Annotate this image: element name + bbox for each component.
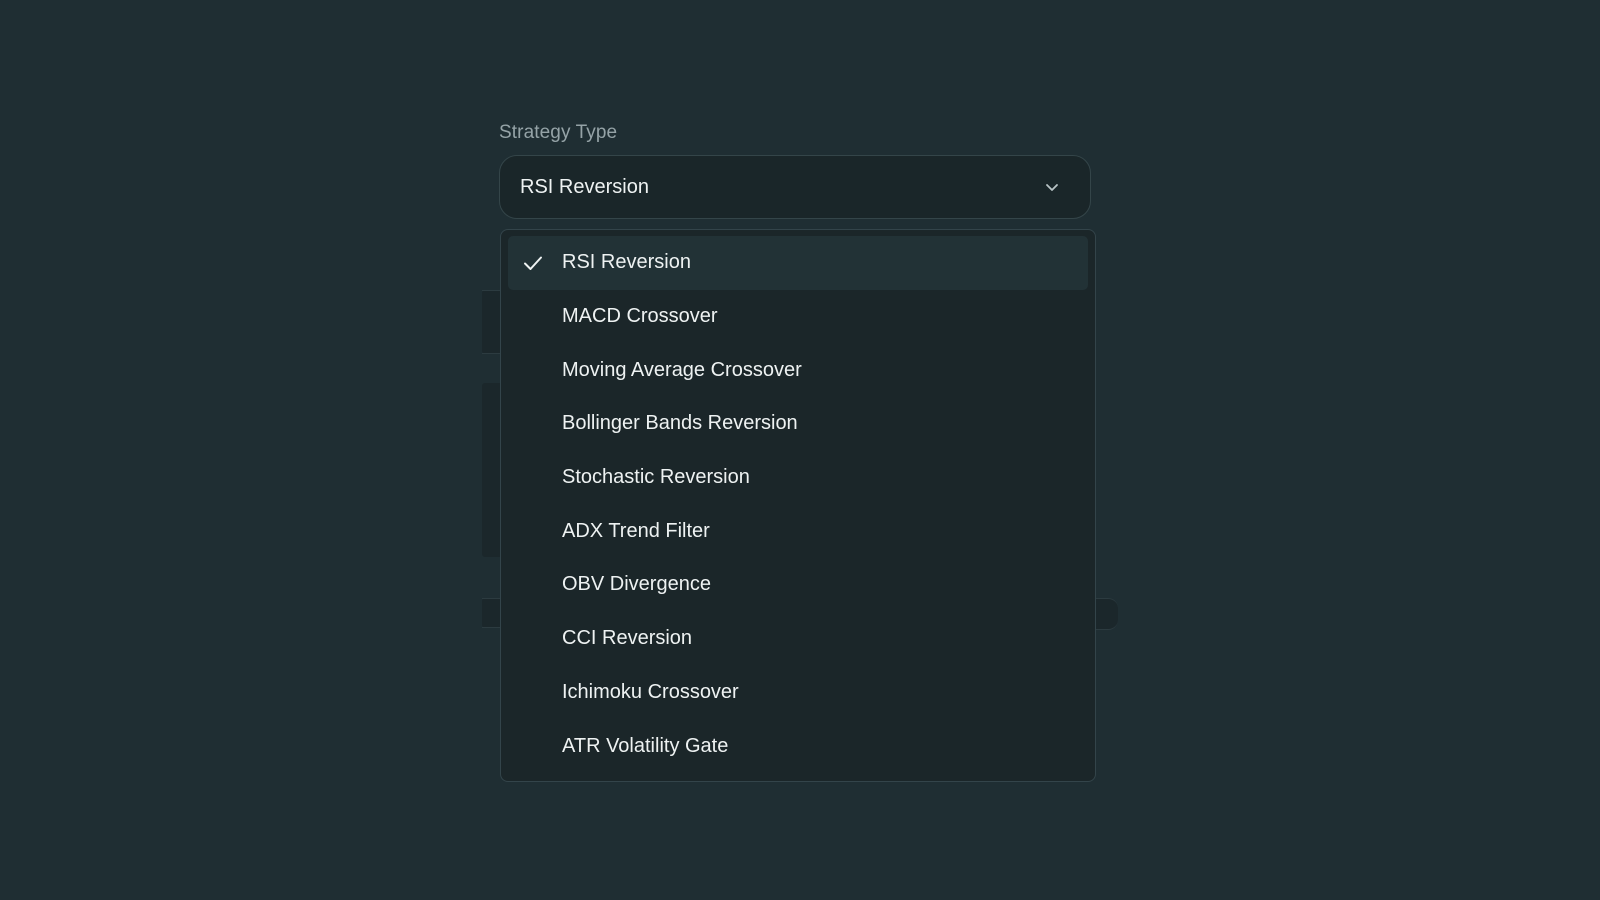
strategy-type-dropdown-menu: RSI Reversion MACD Crossover Moving Aver… <box>500 229 1096 782</box>
strategy-type-label: Strategy Type <box>499 122 618 143</box>
dropdown-option[interactable]: ATR Volatility Gate <box>508 719 1088 773</box>
dropdown-option[interactable]: Stochastic Reversion <box>508 451 1088 505</box>
background-form-panel <box>1094 598 1118 630</box>
dropdown-option-label: CCI Reversion <box>562 627 693 650</box>
dropdown-option[interactable]: CCI Reversion <box>508 612 1088 666</box>
page: Strategy Type RSI Reversion RSI Reversio… <box>0 0 1600 900</box>
dropdown-option[interactable]: Ichimoku Crossover <box>508 666 1088 720</box>
dropdown-option-label: Moving Average Crossover <box>562 358 802 381</box>
dropdown-option-label: RSI Reversion <box>562 251 691 274</box>
dropdown-option-label: ATR Volatility Gate <box>562 734 729 757</box>
dropdown-option-label: Stochastic Reversion <box>562 466 750 489</box>
dropdown-option-label: ADX Trend Filter <box>562 519 710 542</box>
dropdown-option-label: OBV Divergence <box>562 573 711 596</box>
dropdown-option-label: Ichimoku Crossover <box>562 680 739 703</box>
dropdown-option-label: MACD Crossover <box>562 305 718 328</box>
dropdown-option[interactable]: ADX Trend Filter <box>508 504 1088 558</box>
dropdown-option[interactable]: OBV Divergence <box>508 558 1088 612</box>
dropdown-option-label: Bollinger Bands Reversion <box>562 412 798 435</box>
dropdown-option[interactable]: RSI Reversion <box>508 236 1088 290</box>
dropdown-option[interactable]: Bollinger Bands Reversion <box>508 397 1088 451</box>
strategy-type-select[interactable]: RSI Reversion <box>499 155 1091 219</box>
check-icon <box>522 252 544 274</box>
chevron-down-icon[interactable] <box>1042 177 1062 197</box>
dropdown-option[interactable]: MACD Crossover <box>508 290 1088 344</box>
dropdown-option[interactable]: Moving Average Crossover <box>508 343 1088 397</box>
strategy-type-selected-value: RSI Reversion <box>520 175 649 198</box>
